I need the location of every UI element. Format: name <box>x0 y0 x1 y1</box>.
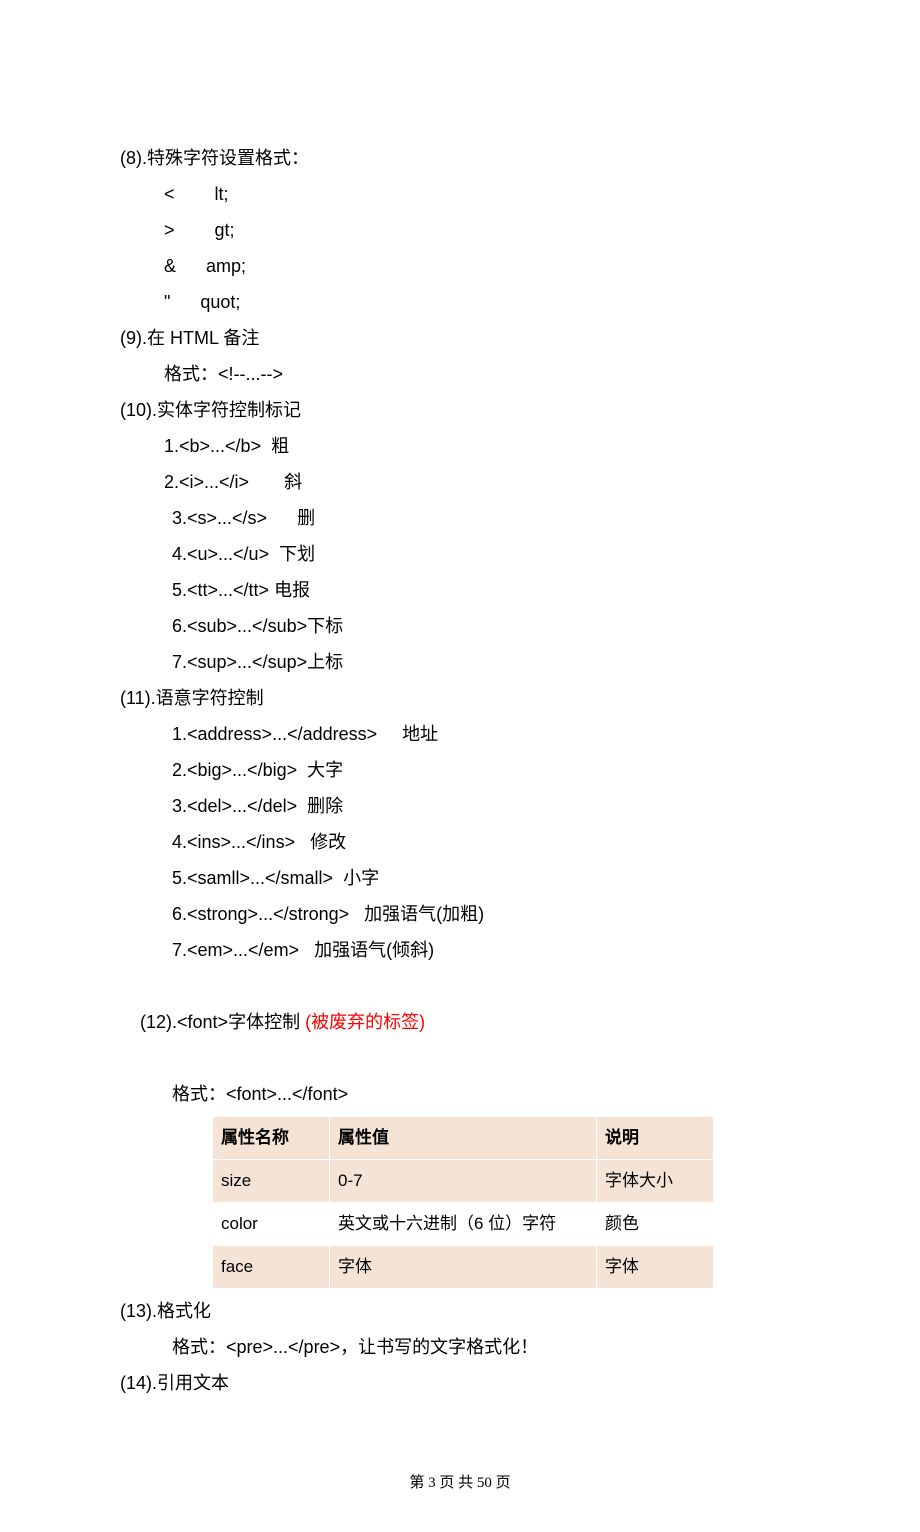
table-header: 说明 <box>597 1117 714 1160</box>
list-item: 6.<strong>...</strong> 加强语气(加粗) <box>120 896 800 932</box>
list-item: 3.<s>...</s> 删 <box>120 500 800 536</box>
list-item: < lt; <box>120 176 800 212</box>
section-9-title: (9).在 HTML 备注 <box>120 320 800 356</box>
section-14-title: (14).引用文本 <box>120 1365 800 1401</box>
list-item: 1.<address>...</address> 地址 <box>120 716 800 752</box>
list-item: 4.<u>...</u> 下划 <box>120 536 800 572</box>
table-cell: 0-7 <box>330 1160 597 1203</box>
section-11-title: (11).语意字符控制 <box>120 680 800 716</box>
list-item: " quot; <box>120 284 800 320</box>
list-item: 2.<big>...</big> 大字 <box>120 752 800 788</box>
list-item: 7.<sup>...</sup>上标 <box>120 644 800 680</box>
table-row: color 英文或十六进制（6 位）字符 颜色 <box>213 1203 714 1246</box>
list-item: 2.<i>...</i> 斜 <box>120 464 800 500</box>
table-cell: 字体 <box>330 1246 597 1289</box>
table-cell: face <box>213 1246 330 1289</box>
table-header: 属性值 <box>330 1117 597 1160</box>
list-item: 1.<b>...</b> 粗 <box>120 428 800 464</box>
font-attributes-table: 属性名称 属性值 说明 size 0-7 字体大小 color 英文或十六进制（… <box>212 1116 714 1289</box>
table-cell: 字体 <box>597 1246 714 1289</box>
table-cell: color <box>213 1203 330 1246</box>
list-item: 5.<samll>...</small> 小字 <box>120 860 800 896</box>
list-item: 7.<em>...</em> 加强语气(倾斜) <box>120 932 800 968</box>
section-10-title: (10).实体字符控制标记 <box>120 392 800 428</box>
document-page: (8).特殊字符设置格式： < lt; > gt; & amp; " quot;… <box>0 0 920 1441</box>
table-row: size 0-7 字体大小 <box>213 1160 714 1203</box>
section-8-title: (8).特殊字符设置格式： <box>120 140 800 176</box>
table-header: 属性名称 <box>213 1117 330 1160</box>
list-item: > gt; <box>120 212 800 248</box>
page-footer: 第 3 页 共 50 页 <box>0 1441 920 1532</box>
section-12-title-plain: (12).<font>字体控制 <box>140 1012 305 1032</box>
list-item: & amp; <box>120 248 800 284</box>
table-cell: 字体大小 <box>597 1160 714 1203</box>
section-13-body: 格式：<pre>...</pre>，让书写的文字格式化！ <box>120 1329 800 1365</box>
list-item: 3.<del>...</del> 删除 <box>120 788 800 824</box>
list-item: 5.<tt>...</tt> 电报 <box>120 572 800 608</box>
table-cell: 颜色 <box>597 1203 714 1246</box>
section-9-body: 格式：<!--...--> <box>120 356 800 392</box>
section-13-title: (13).格式化 <box>120 1293 800 1329</box>
table-cell: size <box>213 1160 330 1203</box>
table-row: face 字体 字体 <box>213 1246 714 1289</box>
table-cell: 英文或十六进制（6 位）字符 <box>330 1203 597 1246</box>
section-12-deprecated-note: (被废弃的标签) <box>305 1012 425 1032</box>
section-12-format: 格式：<font>...</font> <box>120 1076 800 1112</box>
list-item: 6.<sub>...</sub>下标 <box>120 608 800 644</box>
section-12-title: (12).<font>字体控制 (被废弃的标签) <box>120 968 800 1076</box>
list-item: 4.<ins>...</ins> 修改 <box>120 824 800 860</box>
